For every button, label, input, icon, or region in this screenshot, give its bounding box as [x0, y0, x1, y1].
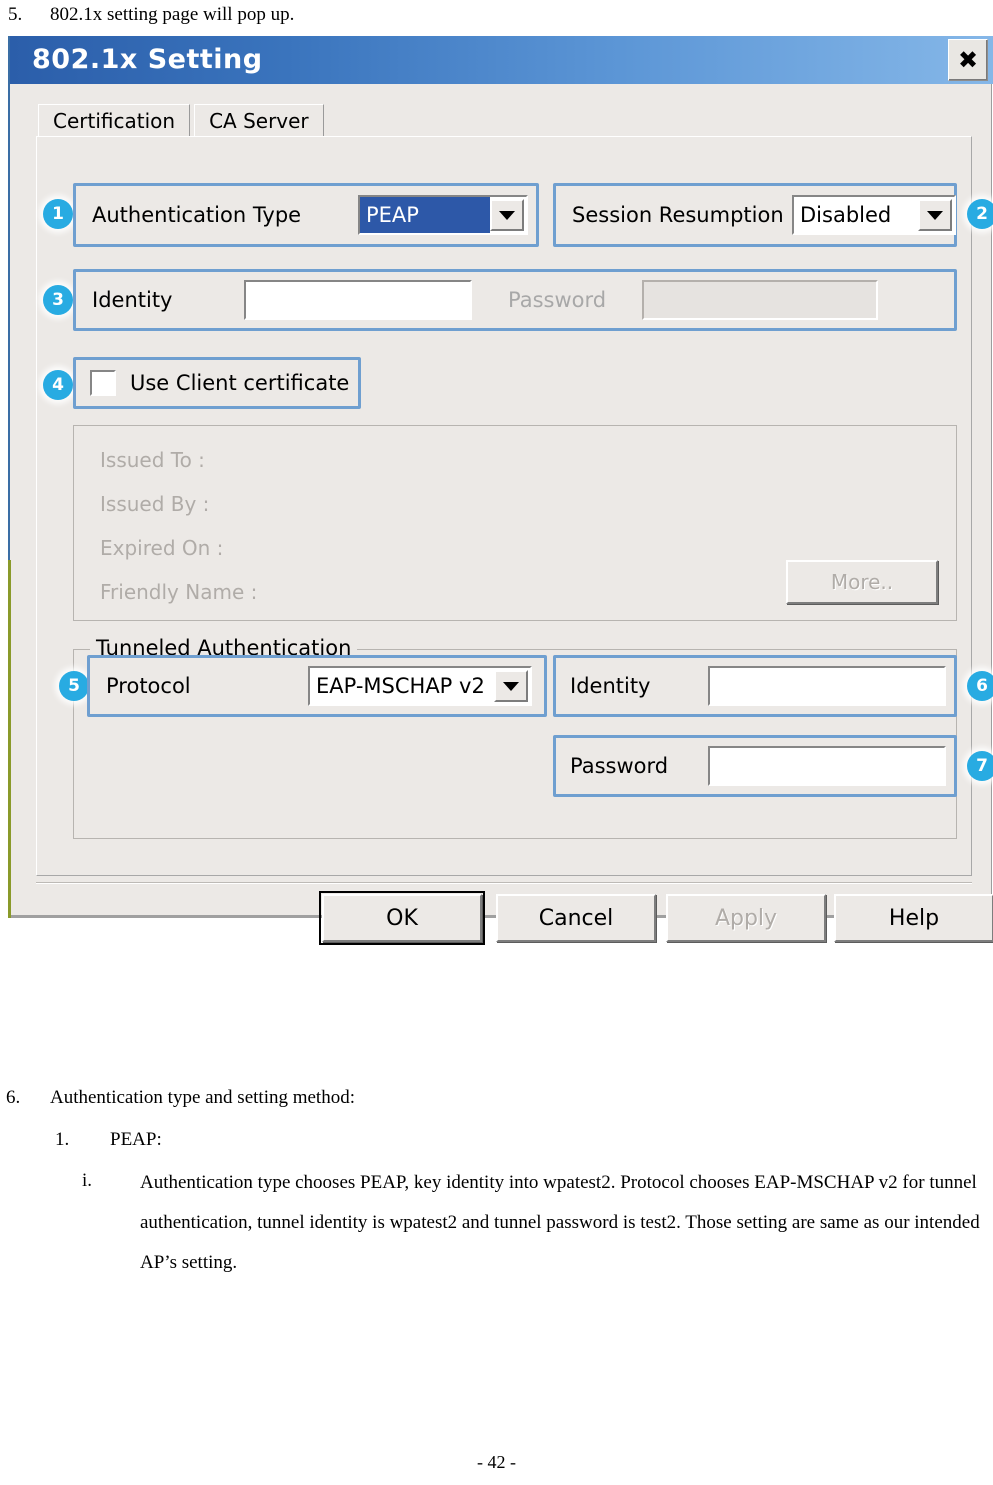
- page-footer: - 42 -: [477, 1452, 516, 1472]
- authentication-type-label: Authentication Type: [92, 203, 302, 227]
- chevron-down-icon[interactable]: [494, 670, 528, 702]
- badge-5: 5: [59, 671, 89, 701]
- dialog-left-edge-stripe: [8, 560, 11, 918]
- identity-input[interactable]: [244, 280, 472, 320]
- step-5-number: 5.: [8, 4, 23, 25]
- substep-1-number: 1.: [55, 1129, 70, 1150]
- tunnel-identity-label: Identity: [570, 674, 651, 698]
- 802-1x-setting-dialog: 802.1x Setting ✖ Certification CA Server …: [8, 36, 993, 945]
- step-6-number: 6.: [6, 1087, 21, 1108]
- substep-i-number: i.: [82, 1170, 93, 1191]
- tunnel-identity-group: Identity: [553, 655, 957, 717]
- session-resumption-value: Disabled: [800, 203, 892, 227]
- use-client-certificate-group: Use Client certificate: [73, 357, 361, 409]
- dialog-title: 802.1x Setting: [32, 44, 263, 75]
- certificate-info-group: Issued To : Issued By : Expired On : Fri…: [73, 425, 957, 621]
- apply-button: Apply: [666, 894, 826, 942]
- footer-separator: [36, 882, 972, 884]
- protocol-label: Protocol: [106, 674, 191, 698]
- badge-2: 2: [967, 199, 993, 229]
- issued-by-label: Issued By :: [100, 492, 210, 516]
- badge-3: 3: [43, 285, 73, 315]
- friendly-name-label: Friendly Name :: [100, 580, 258, 604]
- use-client-certificate-checkbox[interactable]: [90, 370, 116, 396]
- password-label: Password: [508, 288, 607, 312]
- tunnel-identity-input[interactable]: [708, 666, 946, 706]
- protocol-select[interactable]: EAP-MSCHAP v2: [308, 666, 532, 706]
- protocol-group: Protocol EAP-MSCHAP v2: [87, 655, 547, 717]
- session-resumption-select[interactable]: Disabled: [792, 195, 956, 235]
- ok-button[interactable]: OK: [319, 891, 485, 945]
- tunnel-password-input[interactable]: [708, 746, 946, 786]
- close-icon[interactable]: ✖: [948, 39, 988, 81]
- session-resumption-group: Session Resumption Disabled: [553, 183, 957, 247]
- more-button[interactable]: More..: [786, 560, 938, 604]
- session-resumption-label: Session Resumption: [572, 203, 784, 227]
- help-button[interactable]: Help: [834, 894, 993, 942]
- badge-6: 6: [967, 671, 993, 701]
- chevron-down-icon[interactable]: [490, 199, 524, 231]
- tunnel-password-label: Password: [570, 754, 669, 778]
- authentication-type-select[interactable]: PEAP: [358, 195, 528, 235]
- use-client-certificate-label: Use Client certificate: [130, 371, 350, 395]
- tunnel-password-group: Password: [553, 735, 957, 797]
- step-6-text: Authentication type and setting method:: [50, 1087, 355, 1108]
- expired-on-label: Expired On :: [100, 536, 224, 560]
- password-input[interactable]: [642, 280, 878, 320]
- chevron-down-icon[interactable]: [918, 199, 952, 231]
- badge-1: 1: [43, 199, 73, 229]
- issued-to-label: Issued To :: [100, 448, 205, 472]
- dialog-titlebar: 802.1x Setting ✖: [10, 36, 993, 84]
- dialog-client-area: 1 Authentication Type PEAP Session Resum…: [36, 136, 993, 876]
- badge-7: 7: [967, 751, 993, 781]
- tab-ca-server[interactable]: CA Server: [194, 104, 324, 136]
- authentication-type-value: PEAP: [360, 197, 490, 233]
- protocol-value: EAP-MSCHAP v2: [316, 674, 485, 698]
- tab-strip: Certification CA Server: [38, 104, 324, 138]
- credentials-group: Identity Password: [73, 269, 957, 331]
- substep-1-text: PEAP:: [110, 1129, 162, 1150]
- step-5-text: 802.1x setting page will pop up.: [50, 4, 295, 25]
- badge-4: 4: [43, 370, 73, 400]
- cancel-button[interactable]: Cancel: [496, 894, 656, 942]
- identity-label: Identity: [92, 288, 173, 312]
- authentication-type-group: Authentication Type PEAP: [73, 183, 539, 247]
- tab-certification[interactable]: Certification: [38, 104, 191, 136]
- substep-i-text: Authentication type chooses PEAP, key id…: [140, 1172, 980, 1273]
